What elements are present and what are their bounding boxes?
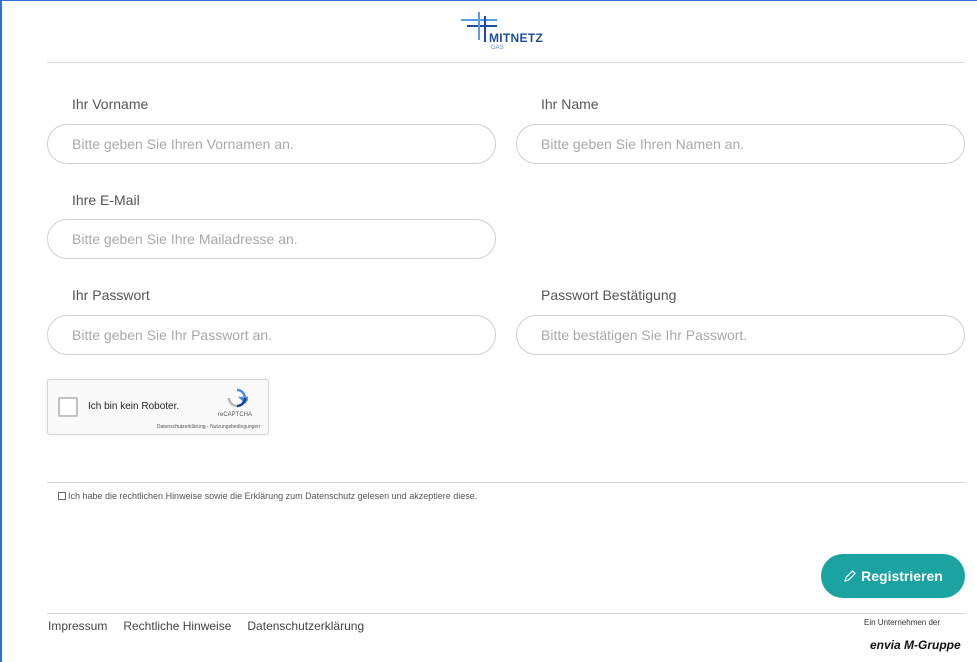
group-note: Ein Unternehmen der	[864, 618, 941, 627]
recaptcha-widget: Ich bin kein Roboter. reCAPTCHA Datensch…	[47, 379, 269, 435]
recaptcha-brand: reCAPTCHA	[218, 412, 253, 418]
logo-name: MITNETZ	[489, 31, 544, 45]
recaptcha-logo-icon	[227, 388, 248, 408]
consent-divider	[47, 482, 965, 483]
password-confirm-label: Passwort Bestätigung	[541, 287, 677, 303]
password-confirm-input[interactable]	[516, 315, 965, 355]
footer-links: Impressum Rechtliche Hinweise Datenschut…	[48, 619, 364, 633]
recaptcha-label: Ich bin kein Roboter.	[88, 401, 180, 412]
password-label: Ihr Passwort	[72, 287, 150, 303]
footer-link-privacy[interactable]: Datenschutzerklärung	[247, 619, 364, 633]
first-name-label: Ihr Vorname	[72, 96, 149, 112]
envia-group-logo: envia M-Gruppe	[870, 638, 961, 652]
last-name-label: Ihr Name	[541, 96, 599, 112]
first-name-input[interactable]	[47, 124, 496, 164]
footer-link-legal[interactable]: Rechtliche Hinweise	[123, 619, 231, 633]
consent-row[interactable]: Ich habe die rechtlichen Hinweise sowie …	[58, 491, 477, 501]
password-input[interactable]	[47, 315, 496, 355]
footer-divider	[47, 613, 965, 614]
last-name-input[interactable]	[516, 124, 965, 164]
mitnetz-logo: MITNETZ GAS	[459, 12, 579, 58]
logo-subtitle: GAS	[491, 45, 504, 51]
consent-checkbox[interactable]	[58, 492, 66, 500]
register-button-label: Registrieren	[861, 568, 943, 584]
email-input[interactable]	[47, 219, 496, 259]
email-label: Ihre E-Mail	[72, 192, 140, 208]
recaptcha-checkbox[interactable]	[58, 397, 78, 417]
header: MITNETZ GAS	[47, 0, 965, 63]
footer-link-impressum[interactable]: Impressum	[48, 619, 107, 633]
recaptcha-terms[interactable]: Datenschutzerklärung - Nutzungsbedingung…	[157, 424, 260, 430]
window-border-left	[0, 0, 2, 662]
consent-text: Ich habe die rechtlichen Hinweise sowie …	[68, 491, 478, 501]
pencil-icon	[844, 570, 856, 582]
register-button[interactable]: Registrieren	[821, 554, 965, 598]
